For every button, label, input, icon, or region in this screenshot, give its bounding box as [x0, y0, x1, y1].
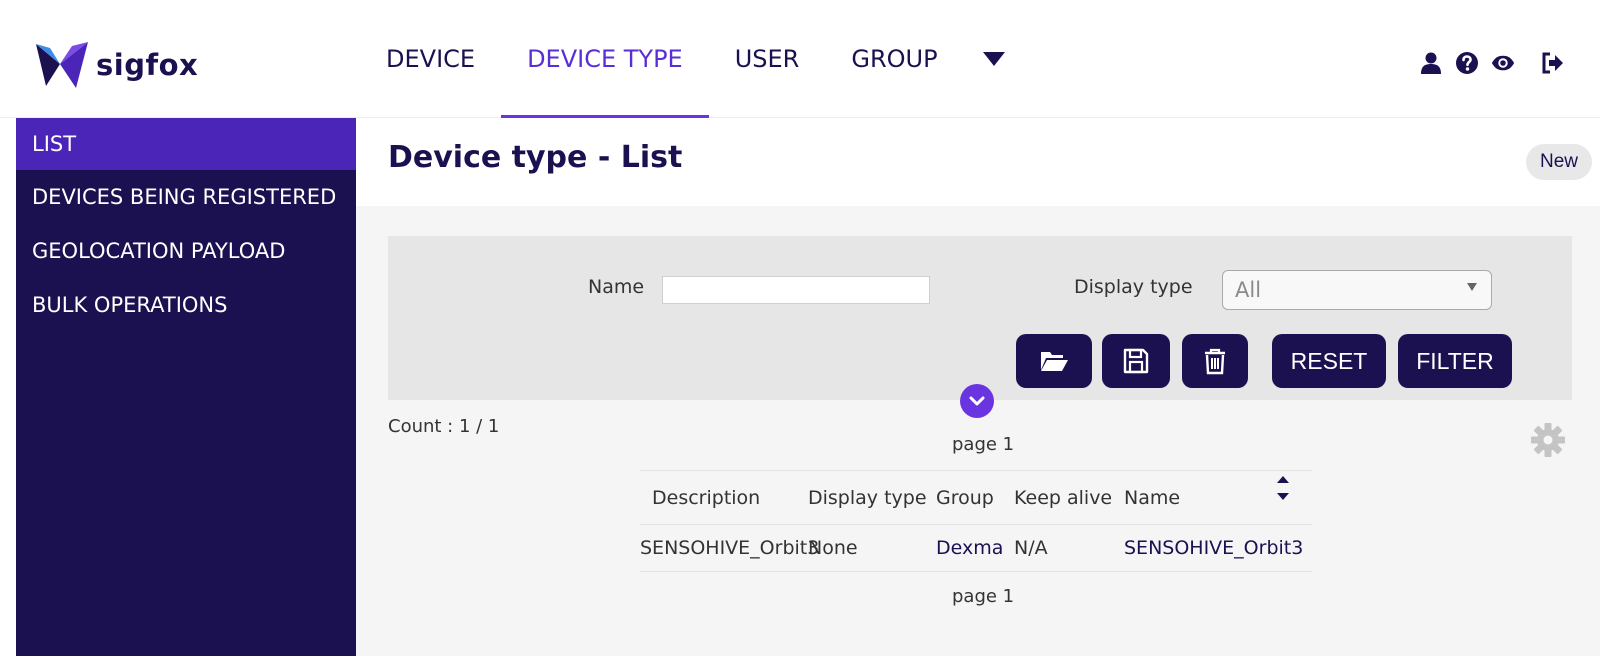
filter-button[interactable]: FILTER	[1398, 334, 1512, 388]
chevron-down-icon	[982, 52, 1005, 66]
column-header-display-type[interactable]: Display type	[808, 487, 936, 509]
delete-filter-button[interactable]	[1182, 334, 1248, 388]
sidebar: LIST DEVICES BEING REGISTERED GEOLOCATIO…	[16, 118, 356, 656]
column-header-name[interactable]: Name	[1124, 475, 1310, 509]
tab-group[interactable]: GROUP	[825, 0, 963, 118]
save-filter-button[interactable]	[1102, 334, 1170, 388]
result-count: Count : 1 / 1	[388, 416, 500, 437]
table-row[interactable]: SENSOHIVE_Orbit3 None Dexma N/A SENSOHIV…	[640, 524, 1312, 572]
collapse-filter-toggle[interactable]	[960, 384, 994, 418]
title-bar: Device type - List New	[356, 118, 1600, 206]
column-header-group[interactable]: Group	[936, 487, 1014, 509]
top-header: sigfox DEVICE DEVICE TYPE USER GROUP	[0, 0, 1600, 119]
load-filter-button[interactable]	[1016, 334, 1092, 388]
visibility-button[interactable]	[1490, 50, 1516, 76]
caret-down-icon	[1467, 283, 1477, 291]
reset-button[interactable]: RESET	[1272, 334, 1386, 388]
main-nav: DEVICE DEVICE TYPE USER GROUP	[360, 0, 1024, 119]
help-button[interactable]	[1454, 50, 1480, 76]
device-type-table: Description Display type Group Keep aliv…	[640, 470, 1312, 572]
tab-device-type[interactable]: DEVICE TYPE	[501, 0, 709, 119]
name-filter-input[interactable]	[662, 276, 930, 304]
display-type-filter-label: Display type	[1074, 276, 1193, 298]
main-content: Device type - List New Name Display type…	[356, 118, 1600, 656]
nav-more-dropdown[interactable]	[964, 0, 1024, 118]
display-type-select[interactable]: All	[1222, 270, 1492, 310]
save-icon	[1123, 348, 1149, 374]
new-button[interactable]: New	[1525, 144, 1592, 180]
gear-icon[interactable]	[1530, 422, 1566, 458]
page-title: Device type - List	[388, 140, 683, 175]
cell-group-link[interactable]: Dexma	[936, 537, 1014, 559]
sort-icon[interactable]	[1276, 473, 1290, 503]
table-header-row: Description Display type Group Keep aliv…	[640, 470, 1312, 524]
tab-user[interactable]: USER	[709, 0, 826, 118]
column-header-keep-alive[interactable]: Keep alive	[1014, 487, 1124, 509]
folder-open-icon	[1041, 352, 1068, 371]
brand-name: sigfox	[96, 48, 199, 82]
pager-bottom[interactable]: page 1	[952, 586, 1014, 607]
logout-button[interactable]	[1540, 50, 1566, 76]
display-type-selected-value: All	[1235, 278, 1262, 302]
filter-panel: Name Display type All RESET FILTER	[388, 236, 1572, 400]
sidebar-item-geolocation-payload[interactable]: GEOLOCATION PAYLOAD	[16, 224, 356, 278]
column-header-name-label: Name	[1124, 486, 1181, 509]
name-filter-label: Name	[588, 276, 645, 298]
pager-top[interactable]: page 1	[952, 434, 1014, 455]
sidebar-item-bulk-operations[interactable]: BULK OPERATIONS	[16, 278, 356, 332]
logout-icon	[1542, 52, 1563, 74]
help-icon	[1456, 52, 1478, 74]
header-actions	[1418, 50, 1566, 76]
user-icon	[1421, 52, 1441, 74]
chevron-down-icon	[969, 396, 985, 406]
cell-name-link[interactable]: SENSOHIVE_Orbit3	[1124, 537, 1310, 559]
sigfox-butterfly-icon	[36, 42, 88, 88]
cell-description: SENSOHIVE_Orbit3	[640, 537, 820, 559]
cell-keep-alive: N/A	[1014, 537, 1048, 559]
sidebar-item-devices-being-registered[interactable]: DEVICES BEING REGISTERED	[16, 170, 356, 224]
trash-icon	[1205, 348, 1225, 375]
sidebar-item-list[interactable]: LIST	[16, 118, 356, 170]
column-header-description[interactable]: Description	[640, 487, 808, 509]
eye-icon	[1491, 55, 1515, 71]
tab-device[interactable]: DEVICE	[360, 0, 501, 118]
cell-display-type: None	[808, 537, 858, 559]
sigfox-logo[interactable]: sigfox	[32, 40, 198, 90]
user-account-button[interactable]	[1418, 50, 1444, 76]
